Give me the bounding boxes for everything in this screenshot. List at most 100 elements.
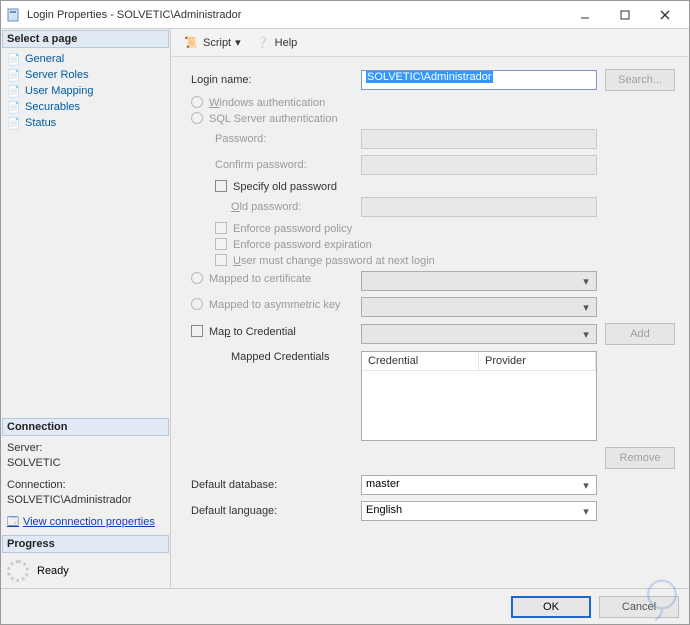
add-button[interactable]: Add [605, 323, 675, 345]
old-password-input [361, 197, 597, 217]
enforce-expiration-check: Enforce password expiration [191, 239, 675, 251]
default-lang-value: English [362, 502, 596, 518]
enforce-policy-check: Enforce password policy [191, 223, 675, 235]
map-credential-label: Map to Credential [209, 326, 296, 338]
default-lang-row: Default language: English▾ [191, 501, 675, 521]
script-button[interactable]: 📜 Script ▾ [179, 33, 245, 53]
help-label: Help [275, 37, 298, 49]
old-password-label: Old password: [191, 201, 361, 213]
table-header: Credential Provider [362, 352, 596, 371]
view-connection-properties-link[interactable]: 🗔 View connection properties [7, 515, 155, 530]
chevron-down-icon: ▾ [578, 274, 594, 288]
mapped-credentials-label: Mapped Credentials [191, 351, 361, 363]
mapped-credentials-row: Mapped Credentials Credential Provider [191, 351, 675, 441]
th-provider: Provider [479, 352, 596, 370]
progress-status: Ready [37, 565, 69, 577]
form: Login name: SOLVETIC\Administrador Searc… [171, 57, 689, 588]
login-name-input[interactable]: SOLVETIC\Administrador [361, 70, 597, 90]
sql-auth-label: SQL Server authentication [209, 113, 338, 125]
default-lang-combo[interactable]: English▾ [361, 501, 597, 521]
connection-label: Connection: [7, 478, 164, 493]
server-label: Server: [7, 441, 164, 456]
connection-header: Connection [2, 418, 169, 436]
checkbox-icon [215, 238, 227, 250]
page-icon: 📄 [7, 68, 21, 82]
sidebar-item-status[interactable]: 📄 Status [5, 115, 166, 131]
login-properties-window: Login Properties - SOLVETIC\Administrado… [0, 0, 690, 625]
page-icon: 📄 [7, 116, 21, 130]
map-credential-combo[interactable]: ▾ [361, 324, 597, 344]
sidebar-item-label: Status [25, 117, 56, 129]
default-db-combo[interactable]: master▾ [361, 475, 597, 495]
th-credential: Credential [362, 352, 479, 370]
confirm-password-input [361, 155, 597, 175]
search-button[interactable]: Search... [605, 69, 675, 91]
enforce-policy-label: Enforce password policy [233, 223, 352, 235]
mapped-cert-row: Mapped to certificate ▾ [191, 271, 675, 291]
mapped-credentials-table[interactable]: Credential Provider [361, 351, 597, 441]
close-button[interactable] [645, 3, 685, 27]
sidebar-item-general[interactable]: 📄 General [5, 51, 166, 67]
dialog-footer: OK Cancel [1, 588, 689, 624]
map-credential-check[interactable]: Map to Credential [191, 326, 361, 338]
old-password-row: Old password: [191, 197, 675, 217]
mapped-cert-radio: Mapped to certificate [191, 273, 361, 285]
page-icon: 📄 [7, 84, 21, 98]
select-page-header: Select a page [2, 30, 169, 48]
specify-old-password-label: Specify old password [233, 181, 337, 193]
script-icon: 📜 [183, 35, 199, 51]
default-db-value: master [362, 476, 596, 492]
checkbox-icon [215, 180, 227, 192]
properties-icon: 🗔 [7, 515, 19, 530]
cancel-button[interactable]: Cancel [599, 596, 679, 618]
page-nav: 📄General 📄Server Roles 📄User Mapping 📄Se… [1, 49, 170, 133]
chevron-down-icon: ▾ [578, 300, 594, 314]
default-db-row: Default database: master▾ [191, 475, 675, 495]
help-icon: ❔ [255, 35, 271, 51]
toolbar: 📜 Script ▾ ❔ Help [171, 29, 689, 57]
password-input [361, 129, 597, 149]
checkbox-icon [215, 222, 227, 234]
mapped-asym-label: Mapped to asymmetric key [209, 299, 340, 311]
mapped-cert-combo: ▾ [361, 271, 597, 291]
chevron-down-icon: ▾ [578, 504, 594, 518]
progress-header: Progress [2, 535, 169, 553]
login-name-row: Login name: SOLVETIC\Administrador Searc… [191, 69, 675, 91]
content: Select a page 📄 General 📄 Server Roles 📄 Us… [1, 29, 689, 588]
radio-icon [191, 112, 203, 124]
ok-button[interactable]: OK [511, 596, 591, 618]
help-button[interactable]: ❔ Help [251, 33, 302, 53]
sidebar-item-label: Securables [25, 101, 80, 113]
maximize-button[interactable] [605, 3, 645, 27]
enforce-expiration-label: Enforce password expiration [233, 239, 372, 251]
sidebar-item-label: Server Roles [25, 69, 89, 81]
default-db-label: Default database: [191, 479, 361, 491]
window-controls [565, 3, 685, 27]
checkbox-icon [191, 325, 203, 337]
sidebar-item-label: General [25, 53, 64, 65]
sidebar: Select a page 📄 General 📄 Server Roles 📄 Us… [1, 29, 171, 588]
chevron-down-icon: ▾ [578, 327, 594, 341]
windows-auth-radio: Windows authentication [191, 97, 675, 109]
mapped-asym-row: Mapped to asymmetric key ▾ [191, 297, 675, 317]
sidebar-item-securables[interactable]: 📄Securables [5, 99, 166, 115]
chevron-down-icon: ▾ [578, 478, 594, 492]
password-label: Password: [191, 133, 361, 145]
map-credential-row: Map to Credential ▾ Add [191, 323, 675, 345]
connection-info: Server: SOLVETIC Connection: SOLVETIC\Ad… [1, 437, 170, 534]
login-icon [5, 7, 21, 23]
connection-value: SOLVETIC\Administrador [7, 493, 164, 508]
confirm-password-label: Confirm password: [191, 159, 361, 171]
specify-old-password-check[interactable]: Specify old password [191, 181, 675, 193]
login-name-label: Login name: [191, 74, 361, 86]
password-row: Password: [191, 129, 675, 149]
sidebar-item-label: User Mapping [25, 85, 93, 97]
remove-button[interactable]: Remove [605, 447, 675, 469]
minimize-button[interactable] [565, 3, 605, 27]
sidebar-item-server-roles[interactable]: 📄 Server Roles [5, 67, 166, 83]
must-change-label: User must change password at next login [233, 255, 435, 267]
sidebar-item-user-mapping[interactable]: 📄 User Mapping [5, 83, 166, 99]
page-icon: 📄 [7, 52, 21, 66]
default-lang-label: Default language: [191, 505, 361, 517]
main-panel: 📜 Script ▾ ❔ Help Login name: SOLVETIC\A… [171, 29, 689, 588]
